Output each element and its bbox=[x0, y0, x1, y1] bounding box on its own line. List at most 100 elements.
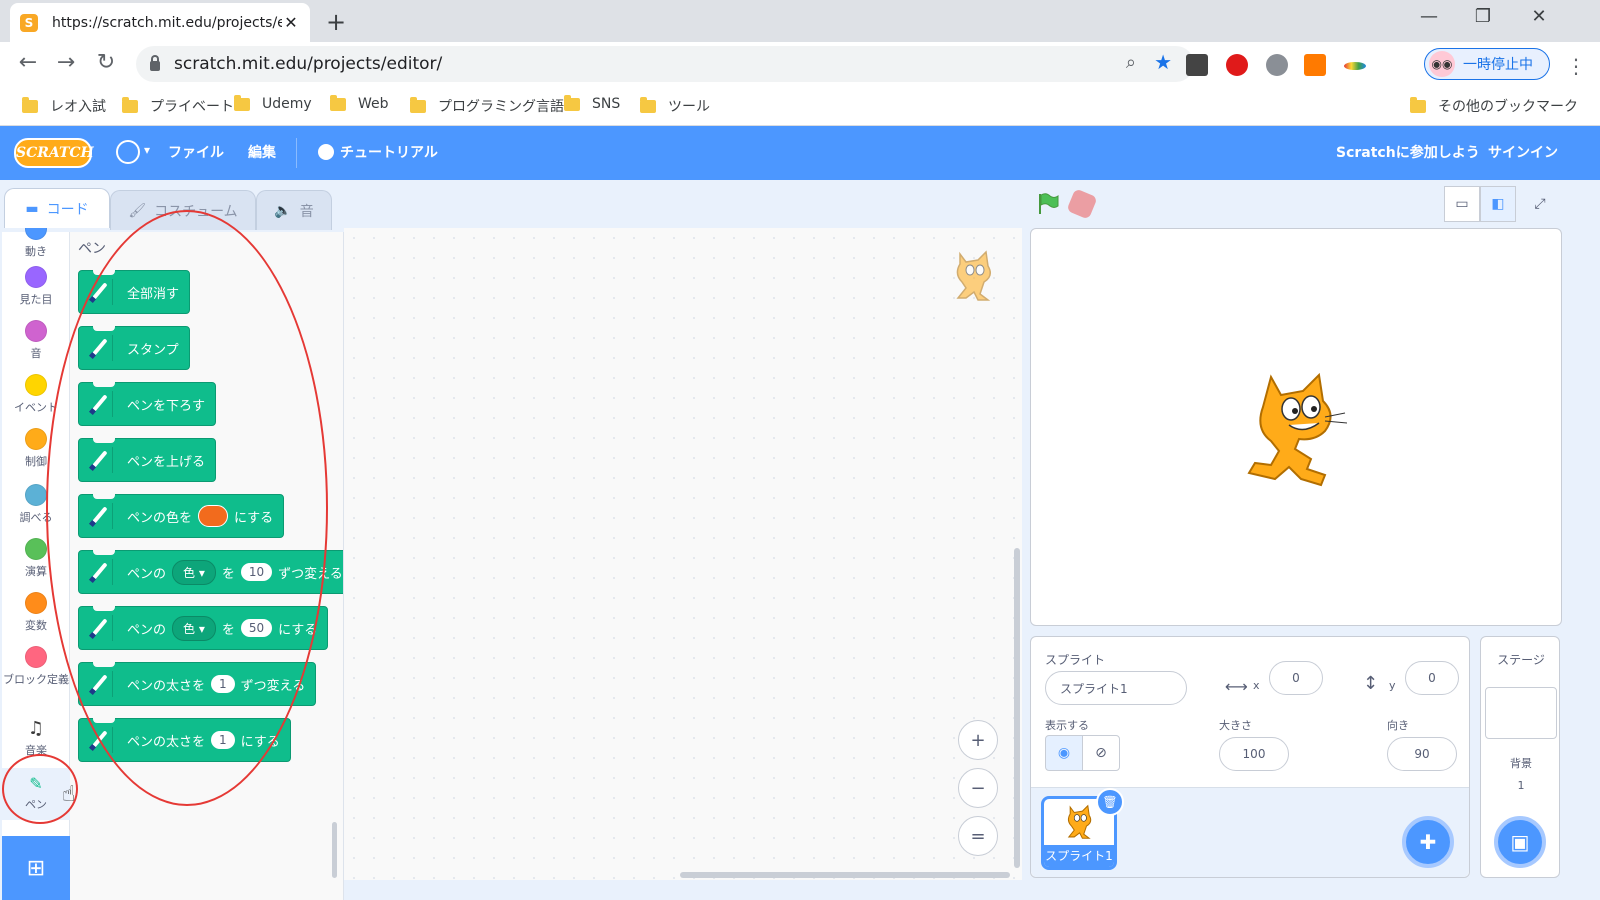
bookmark-item[interactable]: SNS bbox=[564, 94, 620, 112]
change-pen-size-block[interactable]: ペンの太さを 1 ずつ変える bbox=[78, 662, 317, 706]
set-pen-param-block[interactable]: ペンの 色 ▾ を 50 にする bbox=[78, 606, 329, 650]
new-tab-button[interactable]: + bbox=[326, 8, 346, 36]
sprite-name-input[interactable]: スプライト1 bbox=[1045, 671, 1187, 705]
bookmark-item[interactable]: プログラミング言語 bbox=[410, 96, 564, 116]
pen-extension-icon bbox=[87, 279, 113, 305]
change-amount-input[interactable]: 10 bbox=[240, 563, 273, 581]
code-workspace[interactable] bbox=[344, 228, 1022, 880]
category-control[interactable]: 制御 bbox=[2, 428, 70, 469]
close-window-button[interactable]: ✕ bbox=[1524, 6, 1554, 27]
pen-clear-block[interactable]: 全部消す bbox=[78, 270, 191, 314]
set-value-input[interactable]: 50 bbox=[240, 619, 273, 637]
set-pen-color-block[interactable]: ペンの色を にする bbox=[78, 494, 285, 538]
profile-label: 一時停止中 bbox=[1463, 57, 1533, 73]
pen-param-dropdown[interactable]: 色 ▾ bbox=[172, 615, 216, 641]
category-sound[interactable]: 音 bbox=[2, 320, 70, 361]
horizontal-arrows-icon: ⟷ bbox=[1225, 677, 1248, 696]
forward-arrow-icon[interactable]: → bbox=[52, 50, 80, 75]
back-arrow-icon[interactable]: ← bbox=[14, 50, 42, 75]
show-sprite-button[interactable]: ◉ bbox=[1045, 735, 1083, 771]
add-extension-button[interactable]: ⊞ bbox=[2, 836, 70, 900]
fullscreen-icon: ⤢ bbox=[1534, 196, 1546, 212]
pen-param-dropdown[interactable]: 色 ▾ bbox=[172, 559, 216, 585]
set-pen-size-block[interactable]: ペンの太さを 1 にする bbox=[78, 718, 291, 762]
bookmark-item[interactable]: Web bbox=[330, 94, 389, 112]
delete-sprite-button[interactable]: 🗑 bbox=[1096, 788, 1124, 816]
sound-dot-icon bbox=[25, 320, 47, 342]
pen-color-swatch[interactable] bbox=[198, 505, 229, 527]
choose-sprite-button[interactable]: ✚ bbox=[1402, 816, 1454, 868]
category-events[interactable]: イベント bbox=[2, 374, 70, 415]
fullscreen-button[interactable]: ⤢ bbox=[1522, 186, 1558, 222]
category-my-blocks[interactable]: ブロック定義 bbox=[2, 646, 70, 687]
choose-backdrop-button[interactable]: ▣ bbox=[1494, 816, 1546, 868]
tab-code[interactable]: ▬ コード bbox=[4, 188, 110, 228]
block-palette: ペン 全部消す スタンプ ペンを下ろす ペンを上げる ペンの色を にする ペンの… bbox=[70, 232, 344, 900]
join-scratch-link[interactable]: Scratchに参加しよう bbox=[1336, 126, 1480, 180]
workspace-vertical-scrollbar[interactable] bbox=[1014, 548, 1020, 868]
green-flag-icon[interactable] bbox=[1036, 192, 1060, 216]
category-sensing[interactable]: 調べる bbox=[2, 484, 70, 525]
scratch-cat-sprite[interactable] bbox=[1241, 369, 1353, 489]
folder-icon bbox=[1410, 96, 1426, 113]
pen-stamp-block[interactable]: スタンプ bbox=[78, 326, 190, 370]
pen-extension-icon bbox=[87, 727, 113, 753]
chart-extension-icon[interactable] bbox=[1304, 54, 1326, 76]
red-extension-icon[interactable] bbox=[1226, 54, 1248, 76]
category-music[interactable]: ♫ 音楽 bbox=[2, 718, 70, 758]
profile-button[interactable]: ◉◉ 一時停止中 bbox=[1424, 48, 1550, 80]
tab-title: https://scratch.mit.edu/projects/e bbox=[52, 14, 282, 31]
bookmark-other[interactable]: その他のブックマーク bbox=[1410, 96, 1578, 116]
small-stage-button[interactable]: ▭ bbox=[1444, 186, 1480, 222]
zoom-in-button[interactable]: + bbox=[958, 720, 998, 760]
browser-tab[interactable]: S https://scratch.mit.edu/projects/e ✕ bbox=[10, 3, 310, 42]
stage-thumbnail[interactable] bbox=[1485, 687, 1557, 739]
scratch-logo[interactable]: SCRATCH bbox=[14, 138, 94, 168]
bookmark-item[interactable]: Udemy bbox=[234, 94, 312, 112]
change-pen-param-block[interactable]: ペンの 色 ▾ を 10 ずつ変える bbox=[78, 550, 343, 594]
large-stage-button[interactable]: ◧ bbox=[1480, 186, 1516, 222]
language-globe-icon[interactable] bbox=[116, 140, 150, 164]
sprite-x-input[interactable]: 0 bbox=[1269, 661, 1323, 695]
bookmark-star-icon[interactable]: ★ bbox=[1154, 50, 1172, 74]
code-blocks-icon: ▬ bbox=[25, 200, 39, 217]
zoom-magnifier-icon[interactable]: ⌕ bbox=[1126, 52, 1136, 73]
tab-close-icon[interactable]: ✕ bbox=[282, 13, 300, 32]
tab-costumes[interactable]: 🖌 コスチューム bbox=[110, 190, 256, 230]
hide-sprite-button[interactable]: ⊘ bbox=[1082, 735, 1120, 771]
category-operators[interactable]: 演算 bbox=[2, 538, 70, 579]
zoom-out-button[interactable]: − bbox=[958, 768, 998, 808]
reload-icon[interactable]: ↻ bbox=[92, 50, 120, 75]
pen-up-block[interactable]: ペンを上げる bbox=[78, 438, 217, 482]
address-bar[interactable]: scratch.mit.edu/projects/editor/ ⌕ ★ bbox=[136, 46, 1194, 82]
sprite-direction-input[interactable]: 90 bbox=[1387, 737, 1457, 771]
file-menu[interactable]: ファイル bbox=[168, 126, 224, 180]
sprite-size-input[interactable]: 100 bbox=[1219, 737, 1289, 771]
qr-extension-icon[interactable] bbox=[1186, 54, 1208, 76]
sign-in-link[interactable]: サインイン bbox=[1488, 126, 1558, 180]
minimize-window-button[interactable]: — bbox=[1414, 6, 1444, 27]
category-pen[interactable]: ✎ ペン bbox=[2, 768, 70, 820]
bookmark-item[interactable]: プライベート bbox=[122, 96, 234, 116]
tab-sounds[interactable]: 🔈 音 bbox=[256, 190, 332, 230]
palette-scrollbar[interactable] bbox=[332, 822, 337, 878]
edit-menu[interactable]: 編集 bbox=[248, 126, 276, 180]
sprite-y-input[interactable]: 0 bbox=[1405, 661, 1459, 695]
pen-down-block[interactable]: ペンを下ろす bbox=[78, 382, 217, 426]
tutorials-menu[interactable]: チュートリアル bbox=[340, 126, 438, 180]
stage-canvas[interactable] bbox=[1030, 228, 1562, 626]
rainbow-extension-icon[interactable] bbox=[1344, 62, 1366, 70]
zoom-reset-button[interactable]: = bbox=[958, 816, 998, 856]
bookmark-item[interactable]: レオ入試 bbox=[22, 96, 106, 116]
size-set-input[interactable]: 1 bbox=[211, 731, 235, 749]
size-change-input[interactable]: 1 bbox=[211, 675, 235, 693]
restore-window-button[interactable]: ❐ bbox=[1468, 6, 1498, 27]
browser-menu-icon[interactable]: ⋮ bbox=[1566, 54, 1586, 78]
bookmark-item[interactable]: ツール bbox=[640, 96, 710, 116]
category-looks[interactable]: 見た目 bbox=[2, 266, 70, 307]
workspace-horizontal-scrollbar[interactable] bbox=[680, 872, 1010, 878]
eye-slash-icon: ⊘ bbox=[1095, 745, 1107, 761]
category-variables[interactable]: 変数 bbox=[2, 592, 70, 633]
skype-extension-icon[interactable] bbox=[1266, 54, 1288, 76]
backdrops-label: 背景 bbox=[1510, 757, 1532, 770]
